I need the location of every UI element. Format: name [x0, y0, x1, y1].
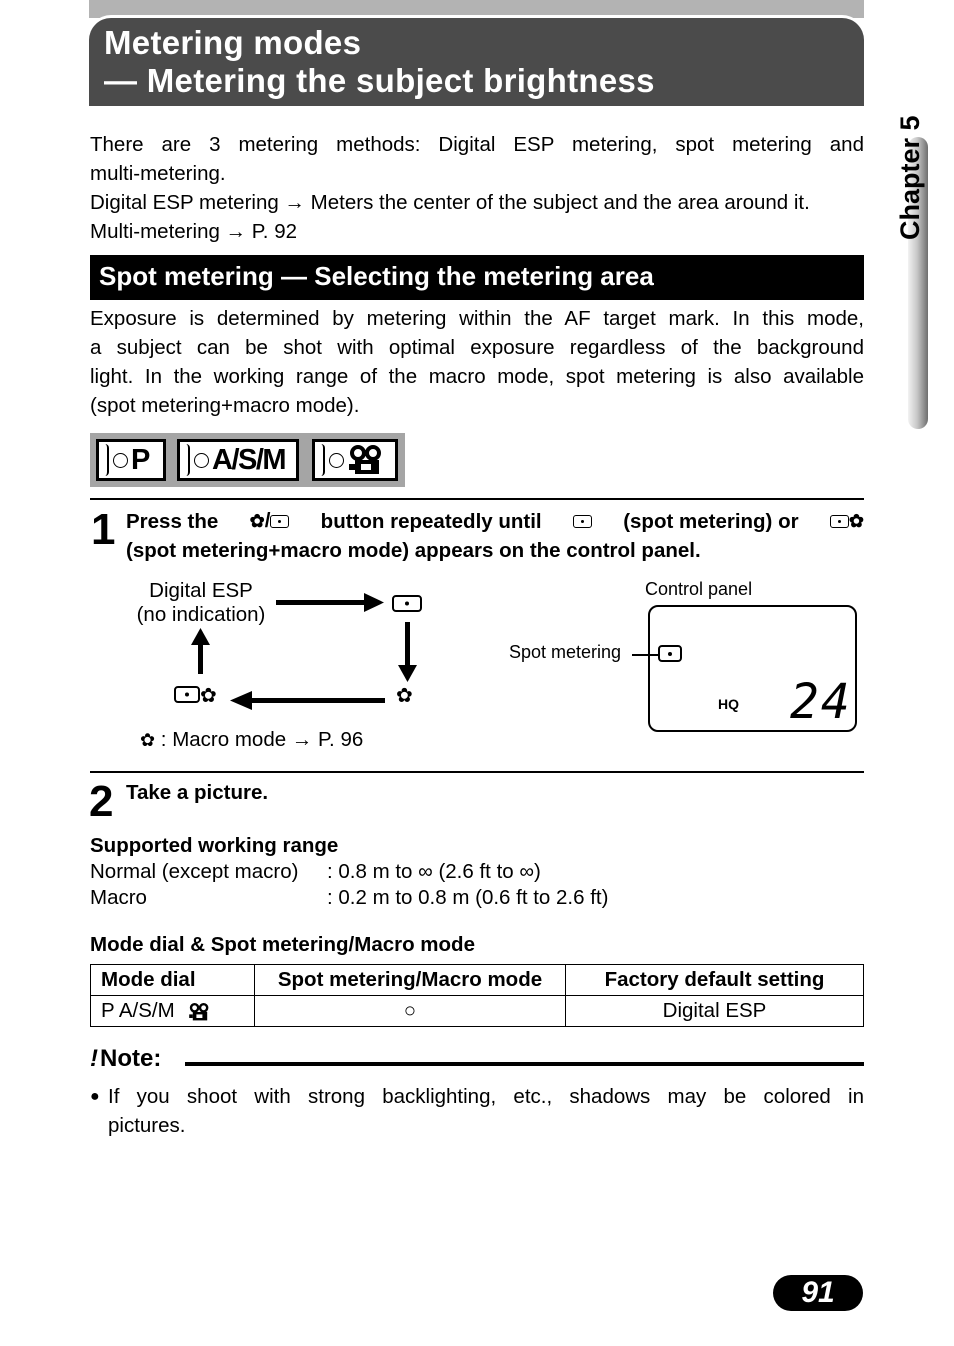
page-title-line1: Metering modes — [104, 24, 362, 61]
range-label: Normal (except macro) — [90, 860, 299, 883]
arrow-right-icon — [276, 593, 384, 612]
note-line-2: pictures. — [108, 1114, 186, 1137]
spot-metering-callout: Spot metering — [509, 642, 622, 662]
intro-line-2: multi-metering. — [90, 162, 226, 185]
step-1-text-d: (spot metering+macro mode) appears on th… — [126, 539, 701, 563]
working-range: Supported working range Normal (except m… — [90, 833, 608, 911]
movie-camera-glyph — [349, 445, 381, 474]
note-header: ! Note: — [90, 1045, 161, 1073]
multi-metering-label: Multi-metering — [90, 220, 220, 243]
divider — [90, 771, 864, 773]
arrow-right-icon: → — [225, 220, 247, 243]
paragraph-line: Exposure is determined by metering withi… — [90, 307, 864, 330]
arrow-right-icon: → — [291, 728, 313, 751]
working-range-row: Macro : 0.2 m to 0.8 m (0.6 ft to 2.6 ft… — [90, 885, 608, 911]
spot-metering-icon — [270, 515, 290, 529]
table-row: P A/S/M ○ Digital ESP — [90, 995, 864, 1027]
control-panel-caption: Control panel — [645, 579, 753, 599]
movie-camera-icon — [189, 1002, 209, 1020]
paragraph-line: light. In the working range of the macro… — [90, 365, 864, 388]
page-number: 91 — [773, 1275, 863, 1311]
frames-remaining: 24 — [790, 674, 852, 730]
spot-metering-icon — [392, 595, 422, 612]
arrow-left-icon — [230, 691, 385, 710]
spot-metering-icon — [658, 645, 682, 662]
table-header: Mode dial — [90, 964, 255, 996]
movie-camera-icon — [312, 439, 398, 481]
step-1-text-c: (spot metering) or — [623, 509, 799, 533]
range-label: Macro — [90, 886, 147, 909]
section-paragraph: Exposure is determined by metering withi… — [90, 304, 864, 420]
note-bullet: ● If you shoot with strong backlighting,… — [90, 1082, 864, 1140]
macro-icon: ✿ — [848, 511, 864, 532]
working-range-title: Supported working range — [90, 834, 339, 857]
mode-dial-icons: P A/S/M — [90, 433, 405, 487]
mode-p-icon: P — [96, 439, 166, 481]
digital-esp-description: Meters the center of the subject and the… — [310, 191, 810, 214]
note-line-1: If you shoot with strong backlighting, e… — [108, 1085, 864, 1108]
arrow-right-icon: → — [284, 191, 305, 214]
step-1-text: Press the ✿/ button repeatedly until (sp… — [126, 506, 864, 565]
working-range-row: Normal (except macro) : 0.8 m to ∞ (2.6 … — [90, 859, 608, 885]
table-cell-default: Digital ESP — [565, 995, 864, 1027]
macro-icon: ✿ — [249, 511, 265, 532]
macro-page-ref[interactable]: P. 96 — [318, 728, 363, 751]
macro-legend: ✿ : Macro mode → P. 96 — [140, 728, 363, 752]
paragraph-line: (spot metering+macro mode). — [90, 394, 360, 417]
table-header: Factory default setting — [565, 964, 864, 996]
table-header-row: Mode dial Spot metering/Macro mode Facto… — [90, 964, 864, 996]
table-cell-spot-macro: ○ — [254, 995, 566, 1027]
pencil-icon: ! — [90, 1045, 98, 1072]
macro-legend-text: : Macro mode — [160, 728, 287, 751]
macro-icon: ✿ — [396, 685, 413, 707]
spot-metering-icon — [829, 515, 849, 529]
digital-esp-label: Digital ESP metering — [90, 191, 279, 214]
intro-line-4: Multi-metering → P. 92 — [90, 217, 864, 246]
arrow-down-icon — [398, 622, 417, 682]
divider — [90, 498, 864, 500]
callout-line — [632, 654, 658, 656]
quality-indicator: HQ — [718, 696, 739, 712]
note-title: Note: — [100, 1045, 162, 1072]
step-1-number: 1 — [91, 505, 116, 554]
step-1-text-a: Press the — [126, 509, 219, 533]
step-2-text: Take a picture. — [126, 781, 269, 804]
macro-icon: ✿ — [140, 730, 156, 751]
spot-metering-icon — [572, 514, 592, 528]
svg-text:✿: ✿ — [200, 685, 217, 707]
page-title-line2: — Metering the subject brightness — [104, 62, 655, 99]
range-value: : 0.2 m to 0.8 m (0.6 ft to 2.6 ft) — [327, 886, 609, 909]
mode-cycle-diagram: ✿ ✿ — [174, 593, 422, 710]
circle-icon — [113, 452, 128, 468]
section-heading: Spot metering — Selecting the metering a… — [90, 255, 864, 300]
intro-line-1: There are 3 metering methods: Digital ES… — [90, 133, 864, 156]
mode-label: A/S/M — [212, 443, 287, 476]
arrow-up-icon — [191, 628, 210, 674]
intro-text: There are 3 metering methods: Digital ES… — [90, 130, 864, 246]
note-rule — [185, 1062, 864, 1066]
bullet-icon: ● — [90, 1088, 100, 1105]
step-2-number: 2 — [89, 777, 114, 826]
intro-line-3: Digital ESP metering → Meters the center… — [90, 188, 864, 217]
multi-metering-page-ref[interactable]: P. 92 — [252, 220, 297, 243]
mode-table: Mode dial Spot metering/Macro mode Facto… — [90, 964, 864, 1027]
circle-icon — [329, 452, 344, 468]
spot-macro-icon: ✿ — [174, 685, 217, 707]
mode-asm-icon: A/S/M — [177, 439, 299, 481]
mode-label: P — [131, 443, 150, 476]
paragraph-line: a subject can be shot with optimal expos… — [90, 336, 864, 359]
page-title: Metering modes — Metering the subject br… — [104, 24, 655, 100]
chapter-label: Chapter 5 — [895, 115, 925, 240]
range-value: : 0.8 m to ∞ (2.6 ft to ∞) — [327, 860, 541, 883]
circle-icon — [194, 452, 209, 468]
header-top-band — [89, 0, 864, 18]
mode-table-title: Mode dial & Spot metering/Macro mode — [90, 933, 475, 956]
step-1-text-b: button repeatedly until — [320, 509, 542, 533]
table-cell-mode-dial: P A/S/M — [90, 995, 255, 1027]
table-header: Spot metering/Macro mode — [254, 964, 566, 996]
